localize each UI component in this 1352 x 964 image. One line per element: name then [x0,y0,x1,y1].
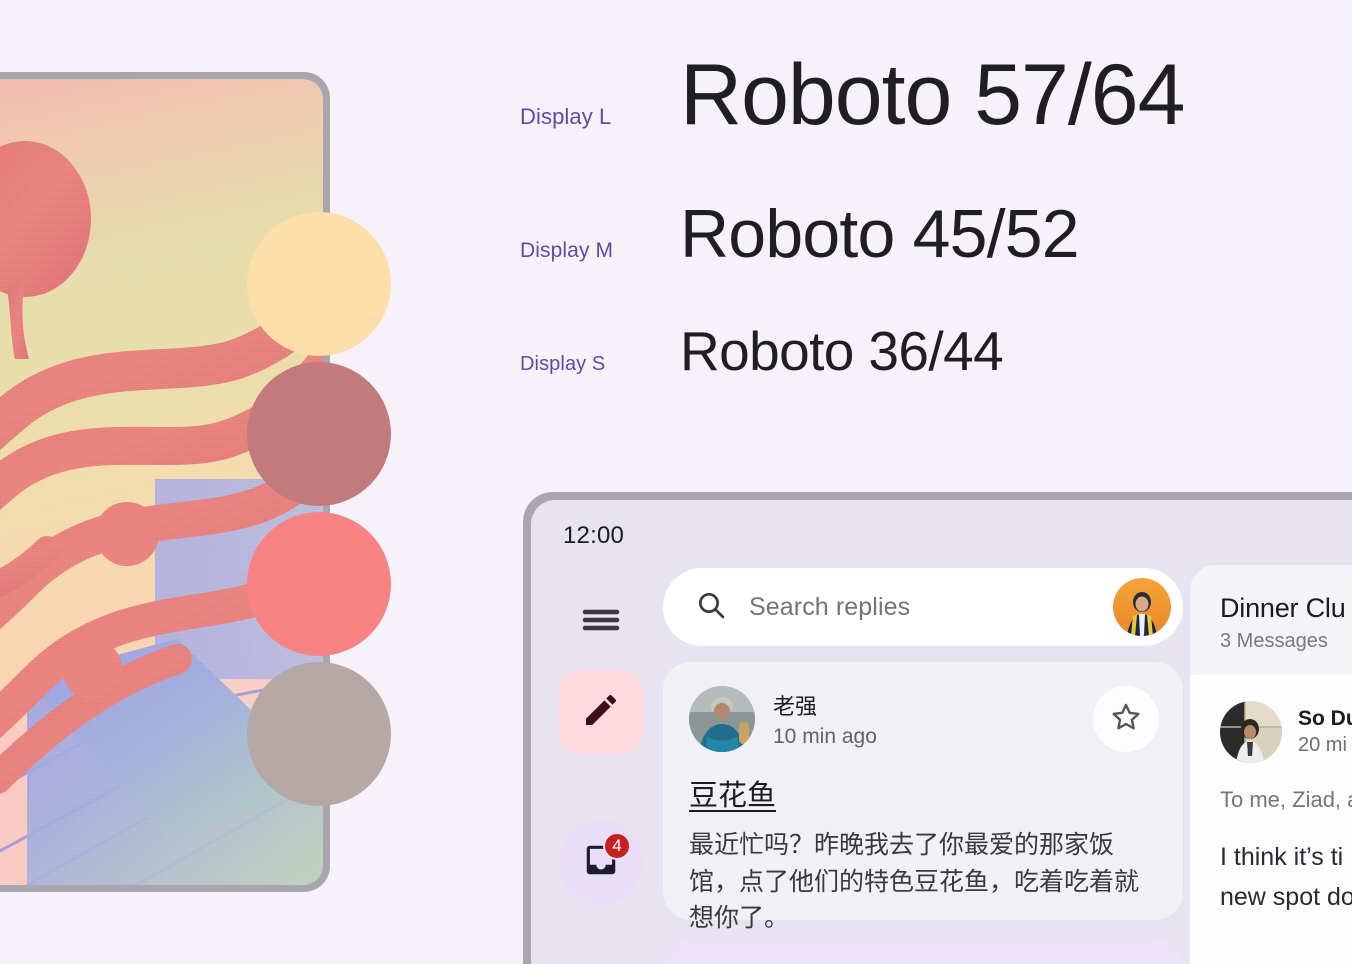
type-label-display-s: Display S [520,353,606,375]
status-bar-time: 12:00 [563,522,625,549]
detail-timestamp: 20 mi [1298,734,1347,756]
inbox-button[interactable]: 4 [559,820,643,904]
inbox-unread-badge: 4 [603,832,631,860]
swatch-peach [247,212,391,356]
swatch-rose-dark [247,362,391,506]
type-specimen: Display L Roboto 57/64 Display M Roboto … [520,52,1350,412]
compose-button[interactable] [559,670,643,754]
detail-sender-meta: So Du 20 mi [1298,707,1352,757]
menu-button[interactable] [559,592,643,652]
swatch-taupe [247,662,391,806]
message-subject: 豆花鱼 [689,780,777,812]
navigation-rail: 4 [531,568,675,964]
type-row-display-s: Display S Roboto 36/44 [520,324,1350,379]
detail-sender-avatar [1220,701,1282,763]
account-avatar[interactable] [1113,578,1171,636]
sender-avatar [689,686,755,752]
hamburger-menu-icon [581,605,621,640]
type-row-display-m: Display M Roboto 45/52 [520,200,1350,268]
type-label-display-m: Display M [520,239,614,262]
screenshot-root: Display L Roboto 57/64 Display M Roboto … [0,0,1352,964]
type-sample-display-l: Roboto 57/64 [680,47,1185,143]
next-message-card[interactable] [663,938,1183,964]
conversation-title: Dinner Clu [1220,593,1346,623]
swatch-coral [247,512,391,656]
detail-body-line-2: new spot do [1220,882,1352,911]
type-row-display-l: Display L Roboto 57/64 [520,52,1350,138]
search-input[interactable] [749,592,1091,622]
message-header: 老强 10 min ago [689,686,1159,752]
star-outline-icon [1109,700,1143,739]
type-sample-display-m: Roboto 45/52 [680,196,1080,272]
message-body: 最近忙吗？昨晚我去了你最爱的那家饭馆，点了他们的特色豆花鱼，吃着吃着就想你了。 [689,831,1140,932]
message-card[interactable]: 老强 10 min ago 豆花鱼 最近忙吗？昨晚我去了你最爱的那家饭馆，点了他… [663,662,1183,932]
star-button[interactable] [1093,686,1159,752]
pencil-icon [581,690,621,735]
detail-header: Dinner Clu 3 Messages [1190,565,1352,675]
detail-sender-name: So Du [1298,707,1352,730]
conversation-detail-panel: Dinner Clu 3 Messages So D 20 mi To me, … [1190,565,1352,964]
type-sample-display-s: Roboto 36/44 [680,320,1004,382]
conversation-message-count: 3 Messages [1220,630,1328,652]
detail-recipients: To me, Ziad, a [1220,787,1352,812]
message-timestamp: 10 min ago [773,725,877,748]
detail-body-line-1: I think it’s ti [1220,843,1344,871]
type-label-display-l: Display L [520,104,612,129]
search-bar[interactable] [663,568,1183,646]
detail-message-header: So Du 20 mi [1220,701,1352,763]
detail-body: So Du 20 mi To me, Ziad, a I think it’s … [1190,675,1352,916]
sender-name: 老强 [773,694,818,719]
sender-meta: 老强 10 min ago [773,689,877,749]
search-icon [695,589,727,626]
